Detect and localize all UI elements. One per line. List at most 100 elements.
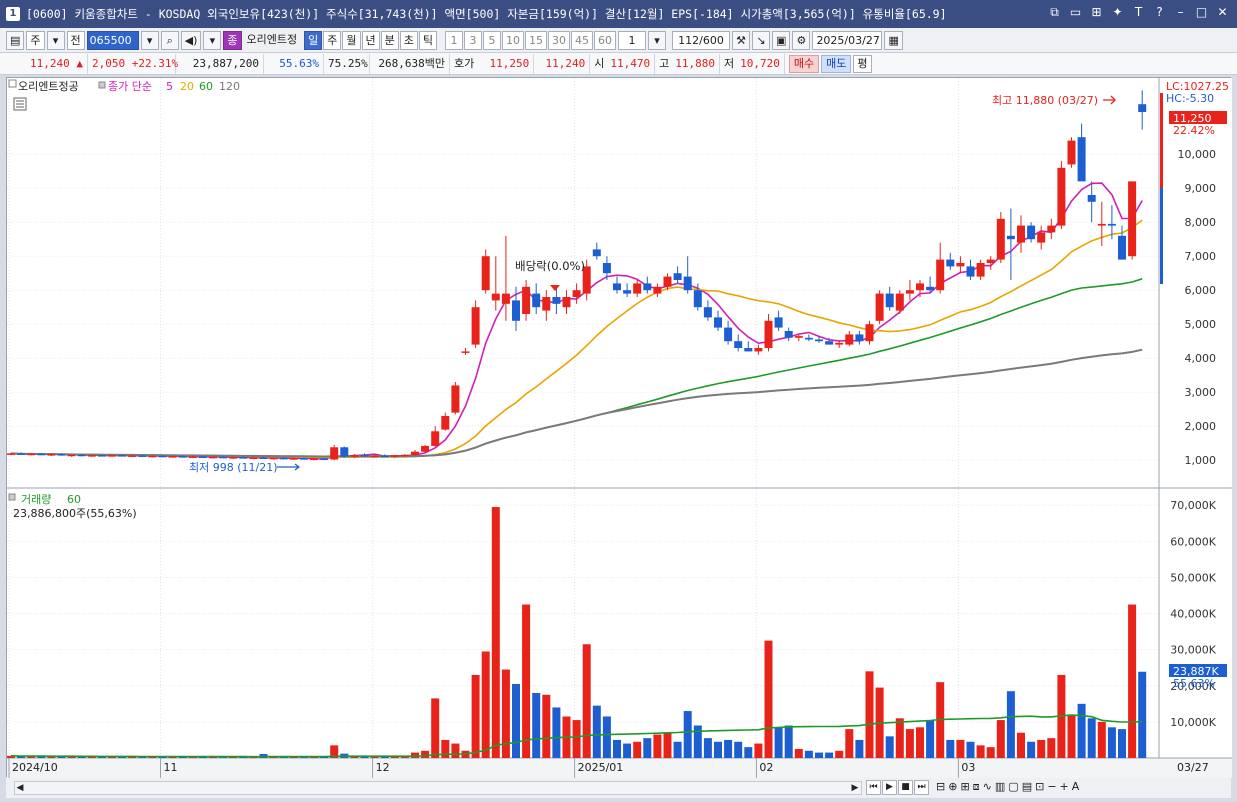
candle-type-icon[interactable]: ⧈ <box>973 780 980 794</box>
speaker-icon[interactable]: ◀) <box>180 30 202 50</box>
bid-price: 11,240 <box>534 53 591 74</box>
calendar-icon[interactable]: ▦ <box>884 30 903 50</box>
grid-icon[interactable]: ⊞ <box>960 780 969 794</box>
count-display[interactable]: 112/600 <box>672 30 731 50</box>
window-list-icon[interactable]: ▭ <box>1067 4 1084 21</box>
candle-body <box>764 320 773 348</box>
candle-body <box>340 447 349 457</box>
volume-ratio: 55.63% <box>264 53 324 74</box>
save-icon[interactable]: ▣ <box>772 30 791 50</box>
stock-code-input[interactable]: 065500 <box>86 30 139 50</box>
box-icon[interactable]: ▢ <box>1008 780 1018 794</box>
stock-tab-label[interactable]: 오리엔트정공 <box>18 80 79 93</box>
search-icon[interactable]: ⌕ <box>160 30 179 50</box>
sell-button[interactable]: 매도 <box>821 54 852 73</box>
stop-icon[interactable]: ■ <box>898 780 913 795</box>
minute-button-45[interactable]: 45 <box>571 30 594 50</box>
pin-icon[interactable]: ✦ <box>1109 4 1126 21</box>
period-button-4[interactable]: 분 <box>380 30 399 50</box>
fit-icon[interactable]: ⊡ <box>1035 780 1044 794</box>
volume-bar <box>1118 729 1126 758</box>
volume-bar <box>885 736 894 758</box>
layout-icon[interactable]: ▤ <box>6 30 25 50</box>
minute-button-5[interactable]: 5 <box>483 30 502 50</box>
line-type-icon[interactable]: ∿ <box>983 780 992 794</box>
volume-bar <box>845 729 854 758</box>
period-button-3[interactable]: 년 <box>361 30 380 50</box>
volume-bar <box>956 739 965 758</box>
first-page-icon[interactable]: ⏮ <box>866 780 881 795</box>
x-tick-label: 2025/01 <box>578 761 624 774</box>
stock-badge: 종 <box>223 30 242 50</box>
period-buttons: 일주월년분초틱 <box>304 30 438 50</box>
link-icon[interactable]: ⊞ <box>1088 4 1105 21</box>
period-button-1[interactable]: 주 <box>323 30 342 50</box>
ma-20-label: 20 <box>180 80 194 93</box>
candle-body <box>128 455 137 457</box>
period-button-5[interactable]: 초 <box>399 30 418 50</box>
turnover: 75.25% <box>324 53 370 74</box>
period-button-6[interactable]: 틱 <box>418 30 438 50</box>
tile-icon[interactable]: ▤ <box>1022 780 1032 794</box>
candle-body <box>1087 195 1096 202</box>
minute-button-3[interactable]: 3 <box>464 30 483 50</box>
speaker-dropdown-icon[interactable]: ▾ <box>203 30 222 50</box>
price-tick-label: 7,000 <box>1185 250 1217 263</box>
font-icon[interactable]: T <box>1130 4 1147 21</box>
candle-body <box>865 324 874 342</box>
minimize-icon[interactable]: – <box>1172 4 1189 21</box>
minute-button-10[interactable]: 10 <box>502 30 525 50</box>
last-page-icon[interactable]: ⏭ <box>914 780 929 795</box>
code-dropdown-icon[interactable]: ▾ <box>140 30 159 50</box>
minute-button-60[interactable]: 60 <box>594 30 617 50</box>
date-input[interactable]: 2025/03/27 <box>812 30 883 50</box>
scroll-left-icon[interactable]: ◀ <box>15 783 25 793</box>
price-volume-chart[interactable]: 10,000 9,000 8,000 7,000 6,000 5,000 4,000 3,00… <box>7 78 1232 778</box>
minute-button-15[interactable]: 15 <box>525 30 548 50</box>
high-price: 11,880 <box>671 53 720 74</box>
candle-body <box>744 348 753 352</box>
buy-button[interactable]: 매수 <box>788 54 820 73</box>
volume-value: 23,886,800주(55,63%) <box>13 507 137 520</box>
maximize-icon[interactable]: □ <box>1193 4 1210 21</box>
dividend-marker-label: 배당락(0.0%) <box>515 259 585 273</box>
font-size-icon[interactable]: A <box>1072 780 1080 794</box>
settings-icon[interactable]: ⚙ <box>792 30 811 50</box>
crosshair-icon[interactable]: ↘ <box>752 30 771 50</box>
period-type-dropdown-icon[interactable]: ▾ <box>46 30 65 50</box>
candle-body <box>87 455 96 457</box>
candle-body <box>1057 167 1066 226</box>
average-button[interactable]: 평 <box>853 54 872 73</box>
period-button-2[interactable]: 월 <box>342 30 361 50</box>
volume-bar <box>926 720 935 758</box>
interval-input[interactable]: 1 <box>618 30 647 50</box>
candle-body <box>77 454 86 457</box>
interval-dropdown-icon[interactable]: ▾ <box>648 30 667 50</box>
bar-type-icon[interactable]: ▥ <box>995 780 1005 794</box>
chart-view-tools: ⊟ ⊕ ⊞ ⧈ ∿ ▥ ▢ ▤ ⊡ − + A <box>936 780 1079 794</box>
tools-icon[interactable]: ⚒ <box>732 30 751 50</box>
period-button-0[interactable]: 일 <box>304 30 323 50</box>
minute-button-1[interactable]: 1 <box>445 30 464 50</box>
layout-split-icon[interactable]: ⊟ <box>936 780 945 794</box>
restore-layout-icon[interactable]: ⧉ <box>1046 4 1063 21</box>
candle-body <box>491 293 500 301</box>
prev-button[interactable]: 전 <box>66 30 85 50</box>
close-icon[interactable]: ✕ <box>1214 4 1231 21</box>
minute-button-30[interactable]: 30 <box>548 30 571 50</box>
zoom-in-icon[interactable]: + <box>1060 780 1069 794</box>
horizontal-scrollbar[interactable]: ◀ ▶ <box>14 781 862 795</box>
low-price: 10,720 <box>736 53 785 74</box>
volume-bar <box>714 741 722 758</box>
candle-body <box>1118 235 1126 260</box>
help-icon[interactable]: ? <box>1151 4 1168 21</box>
candle-body <box>451 385 460 413</box>
period-type-select[interactable]: 주 <box>26 30 45 50</box>
chart-area[interactable]: 10,000 9,000 8,000 7,000 6,000 5,000 4,000 3,00… <box>6 77 1232 778</box>
play-icon[interactable]: ▶ <box>882 780 897 795</box>
compare-icon[interactable]: ⊕ <box>948 780 957 794</box>
volume-bar <box>552 707 561 758</box>
scroll-right-icon[interactable]: ▶ <box>850 783 860 793</box>
candle-body <box>239 457 248 459</box>
zoom-out-icon[interactable]: − <box>1047 780 1056 794</box>
